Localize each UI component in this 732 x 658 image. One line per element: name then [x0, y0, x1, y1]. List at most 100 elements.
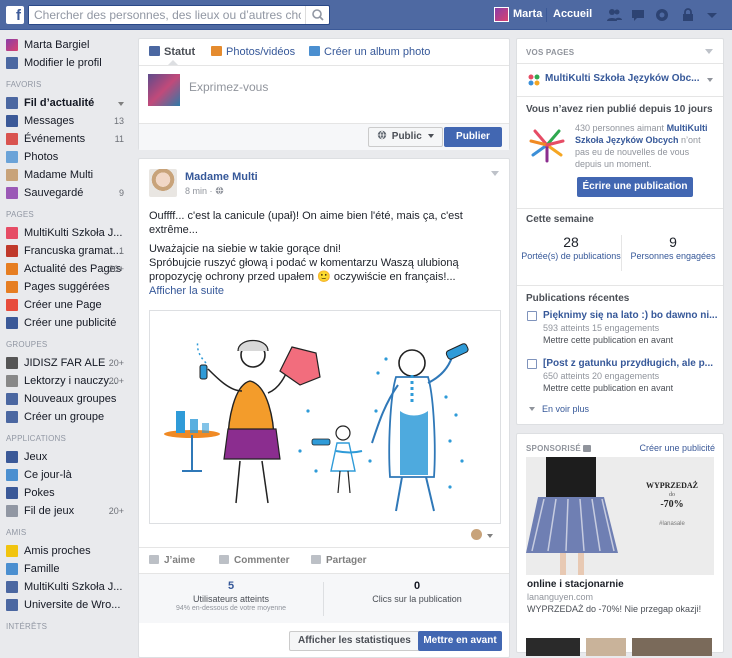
sidebar-item-count: 1	[118, 246, 124, 256]
sidebar-item[interactable]: Sauvegardé 9	[0, 184, 134, 202]
multikulti-logo-icon	[528, 74, 540, 86]
chevron-down-icon	[487, 534, 494, 538]
edit-profile-link[interactable]: Modifier le profil	[0, 54, 134, 72]
sidebar-item[interactable]: Lektorzy i nauczy... 20+	[0, 372, 134, 390]
messages-icon[interactable]	[630, 7, 646, 23]
sidebar-item[interactable]: Pages suggérées	[0, 278, 134, 296]
stats-divider	[323, 582, 324, 616]
engaged-metric[interactable]: 9 Personnes engagées	[623, 234, 723, 262]
sidebar-item[interactable]: Famille	[0, 560, 134, 578]
user-avatar[interactable]	[494, 7, 509, 22]
sidebar-item[interactable]: Fil d’actualité	[0, 94, 134, 112]
sidebar-item-count: 20+	[108, 358, 124, 368]
nav-section-title-friends[interactable]: AMIS	[0, 520, 134, 542]
sidebar-item[interactable]: Créer une publicité	[0, 314, 134, 332]
boost-post-button[interactable]: Mettre en avant	[418, 631, 502, 651]
recent-post-title: [Post z gatunku przydługich, ale p...	[543, 358, 714, 369]
boost-recent-post-link[interactable]: Mettre cette publication en avant	[527, 335, 719, 345]
ad-image[interactable]: WYPRZEDAŻ do -70% #lanasale	[526, 457, 714, 575]
reach-stat: 5 Utilisateurs atteints 94% en-dessous d…	[139, 580, 323, 612]
sidebar-item[interactable]: MultiKulti Szkoła J...	[0, 224, 134, 242]
comment-button[interactable]: Commenter	[219, 555, 290, 566]
sidebar-item-label: Messages	[24, 115, 75, 127]
create-ad-link[interactable]: Créer une publicité	[639, 443, 715, 453]
home-link[interactable]: Accueil	[553, 8, 592, 20]
tab-create-album[interactable]: Créer un album photo	[309, 46, 430, 58]
tab-album-label: Créer un album photo	[324, 46, 431, 58]
search-box[interactable]	[28, 5, 330, 25]
friend-requests-icon[interactable]	[606, 7, 622, 23]
status-input[interactable]	[189, 80, 489, 94]
nav-section-title-interests[interactable]: INTÉRÊTS	[0, 614, 134, 636]
tab-status[interactable]: Statut	[149, 46, 195, 58]
sidebar-item[interactable]: MultiKulti Szkoła J...	[0, 578, 134, 596]
write-post-button[interactable]: Écrire une publication	[577, 177, 693, 197]
post-author-avatar[interactable]	[149, 169, 177, 197]
share-button[interactable]: Partager	[311, 555, 367, 566]
ad-headline[interactable]: online i stacjonarnie	[527, 579, 624, 590]
boost-recent-post-link[interactable]: Mettre cette publication en avant	[527, 383, 719, 393]
sidebar-item[interactable]: Universite de Wro...	[0, 596, 134, 614]
profile-link[interactable]: Marta	[513, 8, 542, 20]
like-label: J’aime	[164, 555, 196, 566]
account-menu-icon[interactable]	[704, 7, 720, 23]
audience-selector[interactable]: Public	[368, 127, 443, 147]
post-options-chevron-icon[interactable]	[491, 171, 499, 176]
sidebar-item[interactable]: Événements 11	[0, 130, 134, 148]
post-image[interactable]	[149, 310, 501, 524]
post-actions: J’aime Commenter Partager	[139, 547, 509, 573]
see-more-link[interactable]: Afficher la suite	[149, 285, 224, 297]
sidebar-item[interactable]: Francuska gramat... 1	[0, 242, 134, 260]
sidebar-item[interactable]: Créer un groupe	[0, 408, 134, 426]
like-button[interactable]: J’aime	[149, 555, 195, 566]
post-time[interactable]: 8 min	[185, 186, 207, 196]
topbar-separator	[546, 8, 547, 22]
tab-photos[interactable]: Photos/vidéos	[211, 46, 295, 58]
search-button[interactable]	[305, 6, 329, 24]
reach-metric-number: 28	[563, 234, 579, 250]
sidebar-item[interactable]: Pokes	[0, 484, 134, 502]
search-input[interactable]	[29, 6, 301, 24]
sidebar-item[interactable]: Actualité des Pages 20+	[0, 260, 134, 278]
privacy-shortcuts-icon[interactable]	[680, 7, 696, 23]
sidebar-item[interactable]: Jeux	[0, 448, 134, 466]
sidebar-item[interactable]: JIDISZ FAR ALE 20+	[0, 354, 134, 372]
tab-photos-label: Photos/vidéos	[226, 46, 296, 58]
nav-section-title-favorites[interactable]: FAVORIS	[0, 72, 134, 94]
status-composer: Statut Photos/vidéos Créer un album phot…	[138, 38, 510, 150]
sidebar-item-label: Créer une Page	[24, 299, 102, 311]
sidebar-item-label: Madame Multi	[24, 169, 94, 181]
reach-metric[interactable]: 28 Portée(s) de publications	[521, 234, 621, 262]
sidebar-item-label: Événements	[24, 133, 86, 145]
reach-number[interactable]: 5	[139, 580, 323, 592]
notifications-icon[interactable]	[654, 7, 670, 23]
sidebar-item[interactable]: Créer une Page	[0, 296, 134, 314]
nav-section-title-apps[interactable]: APPLICATIONS	[0, 426, 134, 448]
chevron-down-icon[interactable]	[118, 102, 124, 106]
nav-sections: FAVORIS Fil d’actualité Messages 13 Événemen…	[0, 72, 134, 636]
reach-metric-label: Portée(s) de publications	[521, 251, 621, 261]
facebook-logo-icon[interactable]: f	[6, 6, 24, 24]
sidebar-item[interactable]: Messages 13	[0, 112, 134, 130]
post-author-name[interactable]: Madame Multi	[185, 171, 258, 183]
recent-post-title-link[interactable]: [Post z gatunku przydługich, ale p...	[527, 358, 719, 369]
sidebar-item[interactable]: Nouveaux groupes	[0, 390, 134, 408]
sidebar-item[interactable]: Photos	[0, 148, 134, 166]
sponsored-card: SPONSORISÉ Créer une publicité WYPRZEDAŻ…	[516, 433, 724, 656]
nav-section-title-pages[interactable]: PAGES	[0, 202, 134, 224]
page-selector[interactable]: MultiKulti Szkoła Języków Obc...	[527, 73, 715, 89]
profile-name-link[interactable]: Marta Bargiel	[0, 36, 134, 54]
audience-avatar-dropdown[interactable]	[471, 529, 495, 541]
sidebar-item[interactable]: Amis proches	[0, 542, 134, 560]
nav-section-title-groups[interactable]: GROUPES	[0, 332, 134, 354]
sidebar-item[interactable]: Ce jour-là	[0, 466, 134, 484]
publish-button[interactable]: Publier	[444, 127, 502, 147]
sidebar-item-label: Ce jour-là	[24, 469, 72, 481]
card-options-chevron-icon[interactable]	[705, 49, 713, 54]
view-insights-button[interactable]: Afficher les statistiques	[289, 631, 420, 651]
see-more-link[interactable]: En voir plus	[529, 404, 589, 414]
recent-post-title-link[interactable]: Pięknimy się na lato :) bo dawno ni...	[527, 310, 719, 321]
sidebar-item[interactable]: Fil de jeux 20+	[0, 502, 134, 520]
ad-image-sale-text: WYPRZEDAŻ	[645, 481, 698, 490]
sidebar-item[interactable]: Madame Multi	[0, 166, 134, 184]
